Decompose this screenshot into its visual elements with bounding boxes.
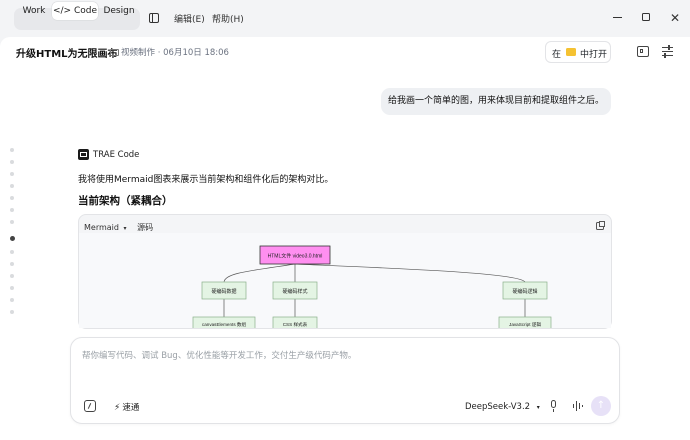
open-in-button[interactable]: 在 中打开 (545, 41, 611, 63)
bolt-icon: ⚡ (114, 403, 121, 413)
open-in-suffix: 中打开 (580, 50, 608, 60)
close-icon[interactable]: ✕ (668, 11, 682, 25)
language-select[interactable]: Mermaid (84, 223, 119, 232)
source-tab[interactable]: 源码 (137, 223, 153, 232)
panel-icon[interactable] (637, 46, 649, 57)
attach-icon[interactable] (84, 400, 96, 412)
diagram-node-label: 硬编码逻辑 (512, 288, 537, 295)
arrow-up-icon: ↑ (596, 400, 606, 411)
section-heading: 当前架构（紧耦合） (78, 195, 173, 207)
timeline-dot[interactable] (10, 208, 14, 212)
timeline-dot[interactable] (10, 262, 14, 266)
chevron-down-icon: ▾ (536, 404, 540, 411)
folder-yellow-icon (566, 48, 576, 56)
copy-icon[interactable] (596, 220, 605, 230)
trae-logo-icon (78, 149, 89, 160)
timeline-dot[interactable] (10, 148, 14, 152)
fast-mode-label: 速通 (122, 403, 140, 413)
minimize-icon[interactable] (610, 11, 624, 19)
diagram-canvas (79, 233, 611, 328)
assistant-text: 我将使用Mermaid图表来展示当前架构和组件化后的架构对比。 (78, 175, 334, 185)
code-icon: </> (52, 6, 72, 16)
diagram-child-label: CSS 样式表 (283, 321, 308, 328)
timeline-dot[interactable] (10, 220, 14, 224)
microphone-icon[interactable] (550, 400, 557, 412)
folder-name[interactable]: 视频制作 (121, 48, 155, 58)
user-message-bubble: 给我画一个简单的图，用来体现目前和提取组件之后。 (381, 88, 611, 115)
timeline-dot[interactable] (10, 160, 14, 164)
mode-code-label: Code (73, 6, 98, 16)
settings-sliders-icon[interactable] (662, 45, 673, 58)
breadcrumb: 视频制作 · 06月10日 18:06 (110, 46, 229, 58)
mode-design-button[interactable]: Design (100, 2, 138, 20)
timeline-dot[interactable] (10, 250, 14, 254)
composer-input[interactable]: 帮你编写代码、调试 Bug、优化性能等开发工作，交付生产级代码产物。 (82, 349, 356, 361)
maximize-icon[interactable] (639, 11, 653, 21)
timeline-dot-current[interactable] (9, 236, 15, 241)
diagram-node-label: 硬编码样式 (282, 288, 307, 295)
model-select[interactable]: DeepSeek-V3.2 ▾ (465, 402, 540, 412)
mode-code-button[interactable]: </> Code (52, 2, 98, 20)
diagram-child-label: canvasElements 数组 (202, 321, 247, 328)
open-in-prefix: 在 (552, 50, 562, 60)
timeline-dot[interactable] (10, 274, 14, 278)
page-title: 升级HTML为无限画布 (16, 49, 118, 60)
send-button[interactable]: ↑ (591, 396, 611, 416)
timestamp: 06月10日 18:06 (163, 48, 229, 58)
timeline-dot[interactable] (10, 310, 14, 314)
timeline-dot[interactable] (10, 184, 14, 188)
timeline-dot[interactable] (10, 298, 14, 302)
voice-wave-icon[interactable] (572, 401, 584, 411)
timeline-dot[interactable] (10, 286, 14, 290)
mermaid-diagram: HTML文件 video3.0.html 硬编码数据 硬编码样式 硬编码逻辑 c… (79, 233, 611, 328)
diagram-node-label: 硬编码数据 (211, 288, 236, 295)
mode-work-button[interactable]: Work (18, 2, 50, 20)
timeline-dot[interactable] (10, 196, 14, 200)
menu-edit[interactable]: 编辑(E) (174, 12, 205, 25)
timeline-dot[interactable] (10, 172, 14, 176)
model-name: DeepSeek-V3.2 (465, 402, 531, 412)
folder-icon (110, 49, 119, 56)
code-block-header: Mermaid ▾ 源码 (84, 222, 153, 233)
menu-help[interactable]: 帮助(H) (212, 12, 244, 25)
diagram-root-label: HTML文件 video3.0.html (268, 253, 323, 260)
sidebar-toggle-icon[interactable] (149, 13, 159, 23)
assistant-name: TRAE Code (93, 150, 140, 160)
diagram-child-label: JavaScript 逻辑 (509, 321, 541, 328)
chevron-down-icon[interactable]: ▾ (124, 225, 127, 232)
fast-mode-button[interactable]: ⚡ 速通 (114, 401, 139, 413)
